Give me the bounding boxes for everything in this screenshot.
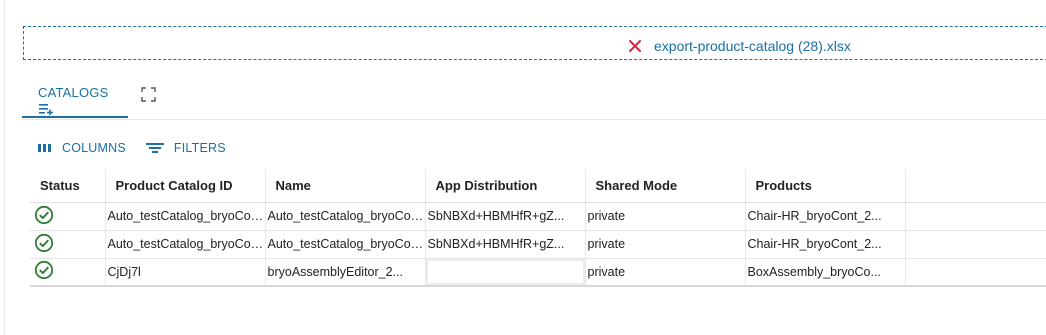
status-cell [30,201,106,231]
column-header-shared-mode[interactable]: Shared Mode [585,170,746,203]
catalog-id-cell[interactable]: Auto_testCatalog_bryoCont_2... [105,201,266,231]
products-cell[interactable]: BoxAssembly_bryoCo... [745,258,906,287]
filler-cell [905,230,1046,259]
tab-bar: CATALOGS [22,80,1046,120]
catalog-table: Status Product Catalog ID Name App Distr… [30,170,1046,287]
shared-mode-cell[interactable]: private [585,230,746,259]
expand-icon[interactable] [141,87,156,102]
app-distribution-cell[interactable]: SbNBXd+HBMHfR+gZ... [425,230,586,259]
check-circle-icon [34,205,54,224]
name-cell[interactable]: Auto_testCatalog_bryoCont_2... [265,230,426,259]
file-dropzone[interactable] [23,26,1046,60]
tab-catalogs-label: CATALOGS [38,85,109,100]
playlist-add-icon [39,102,53,116]
columns-icon [38,144,51,152]
filler-cell [905,201,1046,231]
check-circle-icon [34,261,54,280]
columns-button[interactable]: COLUMNS [38,141,126,155]
column-header-status[interactable]: Status [30,170,106,203]
column-header-app-distribution[interactable]: App Distribution [425,170,586,203]
filler-cell [905,258,1046,287]
products-cell[interactable]: Chair-HR_bryoCont_2... [745,201,906,231]
table-row[interactable]: Auto_testCatalog_bryoCont_2... Auto_test… [30,230,1046,259]
name-cell[interactable]: Auto_testCatalog_bryoCont_2... [265,201,426,231]
filter-icon [145,143,164,153]
column-header-catalog-id[interactable]: Product Catalog ID [105,170,266,203]
table-row[interactable]: Auto_testCatalog_bryoCont_2... Auto_test… [30,201,1046,231]
column-header-filler [905,170,1046,203]
catalog-id-cell[interactable]: CjDj7l [105,258,266,287]
app-distribution-cell[interactable]: SbNBXd+HBMHfR+gZ... [425,201,586,231]
uploaded-file-chip: export-product-catalog (28).xlsx [628,36,851,56]
app-distribution-cell[interactable] [425,258,586,287]
products-cell[interactable]: Chair-HR_bryoCont_2... [745,230,906,259]
name-cell[interactable]: bryoAssemblyEditor_2... [265,258,426,287]
columns-button-label: COLUMNS [62,141,126,155]
filters-button[interactable]: FILTERS [145,141,226,155]
table-row[interactable]: CjDj7l bryoAssemblyEditor_2... private B… [30,258,1046,287]
uploaded-file-name: export-product-catalog (28).xlsx [654,38,851,54]
close-icon[interactable] [628,39,642,53]
tab-catalogs[interactable]: CATALOGS [22,80,128,118]
filters-button-label: FILTERS [173,141,226,155]
table-header-row: Status Product Catalog ID Name App Distr… [30,170,1046,203]
column-header-name[interactable]: Name [265,170,426,203]
grid-toolbar: COLUMNS FILTERS [38,139,246,157]
column-header-products[interactable]: Products [745,170,906,203]
status-cell [30,230,106,259]
shared-mode-cell[interactable]: private [585,258,746,287]
left-border [4,0,5,335]
check-circle-icon [34,233,54,252]
shared-mode-cell[interactable]: private [585,201,746,231]
status-cell [30,258,106,287]
catalog-id-cell[interactable]: Auto_testCatalog_bryoCont_2... [105,230,266,259]
